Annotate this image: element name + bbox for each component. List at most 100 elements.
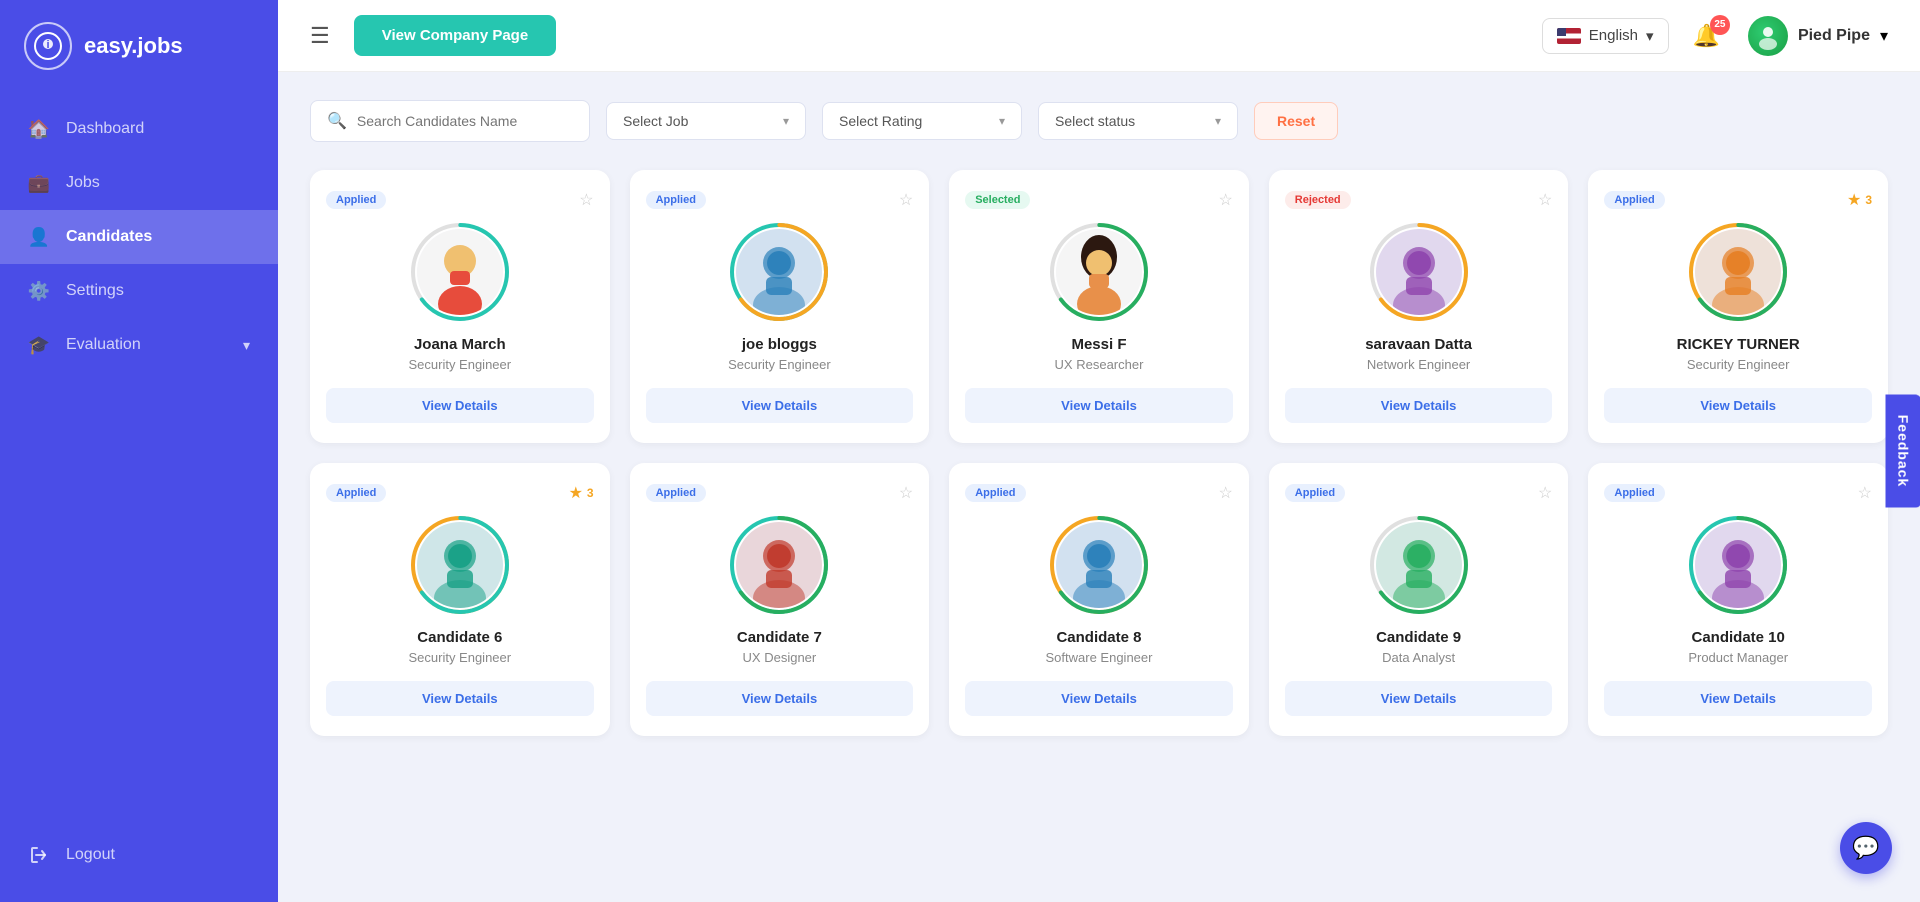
- content-area: 🔍 Select Job ▾ Select Rating ▾ Select st…: [278, 72, 1920, 902]
- star-icon[interactable]: ★: [1847, 190, 1861, 210]
- sidebar-item-evaluation[interactable]: 🎓 Evaluation ▾: [0, 318, 278, 372]
- app-name: easy.jobs: [84, 33, 183, 59]
- candidate-card: Selected ☆ Messi F UX Researcher View De…: [949, 170, 1249, 443]
- select-job-arrow-icon: ▾: [783, 114, 789, 128]
- candidate-role: Software Engineer: [1046, 650, 1153, 665]
- flag-icon: [1557, 28, 1581, 44]
- menu-icon[interactable]: ☰: [310, 23, 330, 49]
- candidate-card: Applied ★3 Candidate 6 Security Engineer…: [310, 463, 610, 736]
- star-icon[interactable]: ☆: [579, 190, 593, 210]
- select-status-arrow-icon: ▾: [1215, 114, 1221, 128]
- star-area: ☆: [579, 190, 593, 210]
- card-header: Rejected ☆: [1285, 190, 1553, 210]
- star-area: ☆: [899, 190, 913, 210]
- view-details-button[interactable]: View Details: [965, 681, 1233, 716]
- star-area: ☆: [1538, 483, 1552, 503]
- select-status-dropdown[interactable]: Select status ▾: [1038, 102, 1238, 140]
- language-selector[interactable]: English ▾: [1542, 18, 1669, 54]
- search-icon: 🔍: [327, 111, 347, 131]
- avatar: [1748, 16, 1788, 56]
- star-icon[interactable]: ☆: [1858, 483, 1872, 503]
- sidebar-item-candidates[interactable]: 👤 Candidates: [0, 210, 278, 264]
- select-job-label: Select Job: [623, 113, 688, 129]
- select-rating-dropdown[interactable]: Select Rating ▾: [822, 102, 1022, 140]
- sidebar-item-jobs[interactable]: 💼 Jobs: [0, 156, 278, 210]
- card-header: Applied ★3: [1604, 190, 1872, 210]
- view-company-button[interactable]: View Company Page: [354, 15, 556, 56]
- candidate-role: UX Researcher: [1055, 357, 1144, 372]
- avatar-ring-svg: [1049, 515, 1149, 615]
- candidate-name: Candidate 6: [417, 629, 502, 646]
- avatar-ring-svg: [729, 222, 829, 322]
- home-icon: 🏠: [28, 118, 50, 140]
- status-badge: Applied: [646, 484, 706, 502]
- view-details-button[interactable]: View Details: [326, 388, 594, 423]
- sidebar-item-settings[interactable]: ⚙️ Settings: [0, 264, 278, 318]
- candidate-card: Applied ☆ Candidate 8 Software Engineer …: [949, 463, 1249, 736]
- candidate-name: Candidate 8: [1056, 629, 1141, 646]
- view-details-button[interactable]: View Details: [1285, 681, 1553, 716]
- avatar-ring: [729, 222, 829, 322]
- star-area: ☆: [1218, 190, 1232, 210]
- candidate-name: Candidate 10: [1692, 629, 1785, 646]
- star-icon[interactable]: ☆: [1538, 190, 1552, 210]
- candidate-card: Applied ☆ Candidate 7 UX Designer View D…: [630, 463, 930, 736]
- jobs-icon: 💼: [28, 172, 50, 194]
- view-details-button[interactable]: View Details: [1285, 388, 1553, 423]
- candidate-card: Applied ☆ Candidate 10 Product Manager V…: [1588, 463, 1888, 736]
- candidate-card: Applied ☆ joe bloggs Security Engineer V…: [630, 170, 930, 443]
- status-badge: Selected: [965, 191, 1030, 209]
- reset-button[interactable]: Reset: [1254, 102, 1338, 140]
- star-icon[interactable]: ☆: [1218, 190, 1232, 210]
- view-details-button[interactable]: View Details: [326, 681, 594, 716]
- candidate-role: Product Manager: [1688, 650, 1788, 665]
- star-icon[interactable]: ★: [569, 483, 583, 503]
- view-details-button[interactable]: View Details: [646, 681, 914, 716]
- view-details-button[interactable]: View Details: [965, 388, 1233, 423]
- avatar-ring: [1369, 222, 1469, 322]
- candidate-card: Applied ☆ Candidate 9 Data Analyst View …: [1269, 463, 1569, 736]
- search-input[interactable]: [357, 113, 557, 129]
- search-box[interactable]: 🔍: [310, 100, 590, 142]
- chat-bubble[interactable]: 💬: [1840, 822, 1892, 874]
- candidate-role: Data Analyst: [1382, 650, 1455, 665]
- star-area: ☆: [1538, 190, 1552, 210]
- main-area: ☰ View Company Page English ▾ 🔔 25 Pied …: [278, 0, 1920, 902]
- avatar-ring-svg: [729, 515, 829, 615]
- avatar-ring-svg: [1369, 222, 1469, 322]
- sidebar-item-dashboard[interactable]: 🏠 Dashboard: [0, 102, 278, 156]
- status-badge: Applied: [326, 191, 386, 209]
- language-label: English: [1589, 27, 1638, 44]
- status-badge: Applied: [1285, 484, 1345, 502]
- candidate-name: Candidate 9: [1376, 629, 1461, 646]
- avatar-ring-svg: [1688, 515, 1788, 615]
- status-badge: Applied: [326, 484, 386, 502]
- select-job-dropdown[interactable]: Select Job ▾: [606, 102, 806, 140]
- avatar-ring: [1688, 222, 1788, 322]
- chevron-down-icon: ▾: [243, 337, 250, 354]
- card-header: Applied ☆: [1285, 483, 1553, 503]
- settings-icon: ⚙️: [28, 280, 50, 302]
- logout-button[interactable]: Logout: [0, 828, 278, 882]
- select-rating-label: Select Rating: [839, 113, 922, 129]
- view-details-button[interactable]: View Details: [646, 388, 914, 423]
- status-badge: Applied: [1604, 191, 1664, 209]
- status-badge: Applied: [646, 191, 706, 209]
- candidates-icon: 👤: [28, 226, 50, 248]
- logo-icon: i: [24, 22, 72, 70]
- notifications-bell[interactable]: 🔔 25: [1693, 23, 1720, 49]
- feedback-tab[interactable]: Feedback: [1886, 395, 1920, 508]
- user-menu[interactable]: Pied Pipe ▾: [1748, 16, 1888, 56]
- star-icon[interactable]: ☆: [1538, 483, 1552, 503]
- candidate-card: Applied ☆ Joana March Security Engineer …: [310, 170, 610, 443]
- logout-icon: [28, 844, 50, 866]
- candidate-name: joe bloggs: [742, 336, 817, 353]
- star-icon[interactable]: ☆: [899, 190, 913, 210]
- view-details-button[interactable]: View Details: [1604, 681, 1872, 716]
- sidebar-nav: 🏠 Dashboard 💼 Jobs 👤 Candidates ⚙️ Setti…: [0, 92, 278, 902]
- candidate-name: RICKEY TURNER: [1677, 336, 1800, 353]
- star-area: ★3: [569, 483, 594, 503]
- star-icon[interactable]: ☆: [1218, 483, 1232, 503]
- view-details-button[interactable]: View Details: [1604, 388, 1872, 423]
- star-icon[interactable]: ☆: [899, 483, 913, 503]
